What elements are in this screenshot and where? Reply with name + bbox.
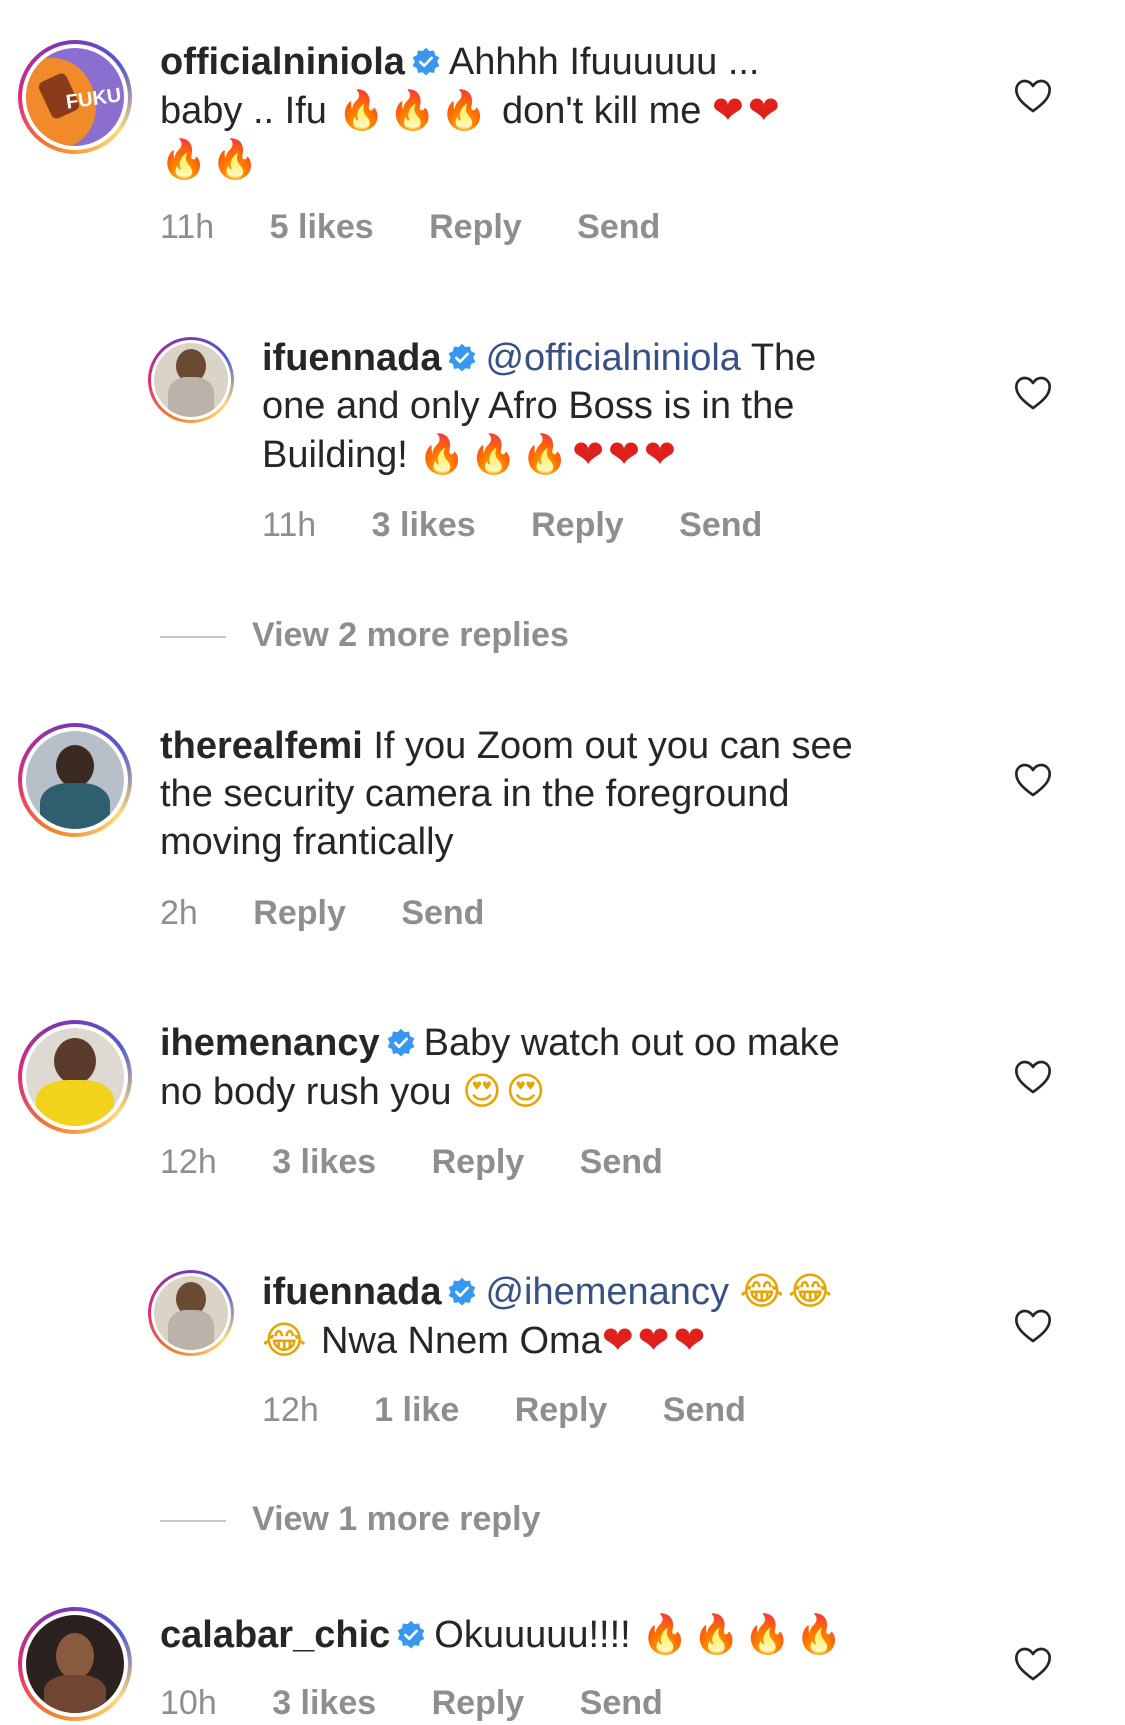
comment-body: baby .. Ifu [160,90,327,132]
verified-badge-icon [411,47,441,77]
fire-emoji: 🔥🔥 [160,137,263,181]
send-button[interactable]: Send [580,1143,663,1181]
comment-body: Building! [262,434,408,476]
heart-outline-icon[interactable] [1013,373,1053,413]
heart-emoji: ❤❤ [711,88,784,132]
comment-text: ifuennada @ihemenancy 😂😂 😂 Nwa Nnem Oma❤❤… [262,1267,962,1365]
comment-body: moving frantically [160,821,454,863]
fire-heart-emoji: 🔥🔥🔥❤❤❤ [418,432,680,476]
timestamp: 11h [160,208,215,246]
view-more-label: View 1 more reply [252,1500,541,1538]
view-more-label: View 2 more replies [252,616,569,654]
likes-count[interactable]: 5 likes [270,208,374,246]
verified-badge-icon [386,1028,416,1058]
reply-button[interactable]: Reply [429,208,522,246]
send-button[interactable]: Send [679,506,762,544]
heart-emoji: ❤❤❤ [601,1318,710,1362]
comment-text: ifuennada @officialniniola The one and on… [262,334,962,479]
avatar[interactable] [148,1270,234,1356]
view-more-replies[interactable]: View 2 more replies [160,616,569,655]
likes-count[interactable]: 3 likes [372,506,476,544]
mention-link[interactable]: @officialniniola [485,337,740,379]
reply-button[interactable]: Reply [515,1391,608,1429]
laughing-emoji: 😂 [262,1318,311,1362]
username[interactable]: officialniniola [160,41,405,83]
likes-count[interactable]: 3 likes [272,1143,376,1181]
username[interactable]: ifuennada [262,1271,441,1313]
laughing-emoji: 😂😂 [739,1269,837,1313]
heart-outline-icon[interactable] [1013,1644,1053,1684]
comment-meta: 12h 1 like Reply Send [262,1391,792,1430]
comment-body: Nwa Nnem Oma [320,1320,602,1362]
timestamp: 10h [160,1684,217,1722]
comment-body: If you Zoom out you can see [373,725,853,767]
avatar[interactable] [18,723,132,837]
reply-button[interactable]: Reply [253,894,346,932]
comment-body: don't kill me [501,90,702,132]
timestamp: 2h [160,894,198,932]
fire-emoji: 🔥🔥🔥 [337,88,492,132]
avatar[interactable] [148,337,234,423]
username[interactable]: therealfemi [160,725,363,767]
username[interactable]: ifuennada [262,337,441,379]
divider-line [160,1520,226,1523]
comment-text: ihemenancy Baby watch out oo make no body… [160,1019,940,1116]
divider-line [160,636,226,639]
verified-badge-icon [447,343,477,373]
comment-meta: 12h 3 likes Reply Send [160,1143,709,1182]
comment-body: one and only Afro Boss is in the [262,385,795,427]
comment-body: Ahhhh Ifuuuuuu ... [448,41,760,83]
comment-body: the security camera in the foreground [160,773,790,815]
send-button[interactable]: Send [580,1684,663,1722]
comment-text: calabar_chic Okuuuuu!!!! 🔥🔥🔥🔥 [160,1610,960,1659]
reply-button[interactable]: Reply [432,1684,525,1722]
comment-text: therealfemi If you Zoom out you can see … [160,722,960,866]
reply-button[interactable]: Reply [531,506,624,544]
comment-body: The [750,337,817,379]
view-more-replies[interactable]: View 1 more reply [160,1500,541,1539]
timestamp: 11h [262,506,317,544]
timestamp: 12h [160,1143,217,1181]
avatar[interactable]: FUKU [18,40,132,154]
heart-outline-icon[interactable] [1013,1306,1053,1346]
comment-meta: 11h 5 likes Reply Send [160,208,706,247]
comment-meta: 10h 3 likes Reply Send [160,1684,709,1723]
comment-body: Baby watch out oo make [423,1022,840,1064]
comment-meta: 11h 3 likes Reply Send [262,506,808,545]
likes-count[interactable]: 3 likes [272,1684,376,1722]
username[interactable]: ihemenancy [160,1022,380,1064]
mention-link[interactable]: @ihemenancy [485,1271,728,1313]
timestamp: 12h [262,1391,319,1429]
avatar[interactable] [18,1607,132,1721]
reply-button[interactable]: Reply [432,1143,525,1181]
heart-outline-icon[interactable] [1013,760,1053,800]
comment-meta: 2h Reply Send [160,894,530,933]
comment-text: officialniniola Ahhhh Ifuuuuuu ... baby .… [160,38,920,184]
username[interactable]: calabar_chic [160,1614,390,1656]
heart-eyes-emoji: 😍😍 [462,1069,550,1113]
comment-body: Okuuuuu!!!! [434,1614,631,1656]
avatar[interactable] [18,1020,132,1134]
comment-body: no body rush you [160,1071,452,1113]
fire-emoji: 🔥🔥🔥🔥 [641,1612,847,1656]
heart-outline-icon[interactable] [1013,1057,1053,1097]
heart-outline-icon[interactable] [1013,76,1053,116]
send-button[interactable]: Send [663,1391,746,1429]
verified-badge-icon [447,1277,477,1307]
verified-badge-icon [396,1620,426,1650]
likes-count[interactable]: 1 like [374,1391,459,1429]
send-button[interactable]: Send [577,208,660,246]
send-button[interactable]: Send [401,894,484,932]
